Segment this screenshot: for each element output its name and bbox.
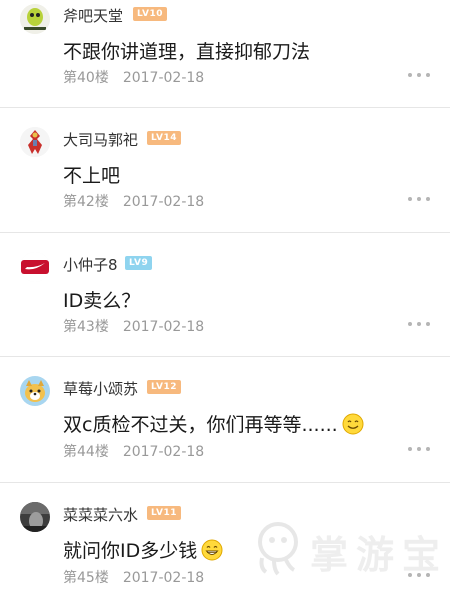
- level-badge: LV9: [125, 256, 153, 270]
- level-badge: LV11: [147, 506, 181, 520]
- comment-date: 2017-02-18: [122, 194, 205, 210]
- more-options-icon[interactable]: [408, 197, 430, 203]
- floor-number: 第40楼: [63, 70, 109, 86]
- avatar[interactable]: [20, 376, 50, 406]
- username[interactable]: 斧吧天堂: [63, 5, 123, 26]
- smile-emoji-icon: [342, 413, 364, 434]
- grin-emoji-icon: [201, 539, 223, 560]
- floor-number: 第45楼: [63, 570, 109, 586]
- divider: [0, 356, 450, 357]
- floor-number: 第43楼: [63, 319, 109, 335]
- avatar[interactable]: [20, 502, 50, 532]
- floor-number: 第42楼: [63, 194, 109, 210]
- comment-meta: 第42楼 2017-02-18: [63, 191, 204, 211]
- watermark: 掌游宝: [252, 520, 442, 580]
- comment-date: 2017-02-18: [122, 570, 205, 586]
- floor-number: 第44楼: [63, 444, 109, 460]
- comment-text: 不上吧: [63, 165, 121, 187]
- level-badge: LV12: [147, 380, 181, 394]
- comment-text: 双c质检不过关，你们再等等......: [63, 410, 364, 437]
- avatar[interactable]: [20, 4, 50, 34]
- username[interactable]: 菜菜菜六水: [63, 504, 138, 525]
- username[interactable]: 大司马郭祀: [63, 129, 138, 150]
- comment-meta: 第40楼 2017-02-18: [63, 67, 204, 87]
- comment-text: ID卖么？: [63, 290, 141, 312]
- comment-text: 不跟你讲道理，直接抑郁刀法: [63, 41, 311, 63]
- level-badge: LV14: [147, 131, 181, 145]
- comment-meta: 第45楼 2017-02-18: [63, 567, 204, 587]
- comment-date: 2017-02-18: [122, 319, 205, 335]
- comment-date: 2017-02-18: [122, 444, 205, 460]
- more-options-icon[interactable]: [408, 73, 430, 79]
- avatar[interactable]: [20, 127, 50, 157]
- divider: [0, 107, 450, 108]
- comment-text-body: 就问你ID多少钱: [63, 540, 198, 562]
- octopus-logo-icon: [258, 522, 298, 576]
- more-options-icon[interactable]: [408, 447, 430, 453]
- more-options-icon[interactable]: [408, 322, 430, 328]
- comment-text-body: 双c质检不过关，你们再等等......: [63, 414, 338, 436]
- username[interactable]: 小仲子8: [63, 254, 118, 275]
- comment-text: 就问你ID多少钱: [63, 536, 223, 563]
- avatar[interactable]: [20, 252, 50, 282]
- comment-meta: 第43楼 2017-02-18: [63, 316, 204, 336]
- divider: [0, 482, 450, 483]
- username[interactable]: 草莓小颂苏: [63, 378, 138, 399]
- comment-meta: 第44楼 2017-02-18: [63, 441, 204, 461]
- watermark-text: 掌游宝: [310, 533, 449, 577]
- comment-list: 斧吧天堂 LV10 不跟你讲道理，直接抑郁刀法 第40楼 2017-02-18 大…: [0, 0, 450, 592]
- divider: [0, 232, 450, 233]
- level-badge: LV10: [133, 7, 167, 21]
- comment-date: 2017-02-18: [122, 70, 205, 86]
